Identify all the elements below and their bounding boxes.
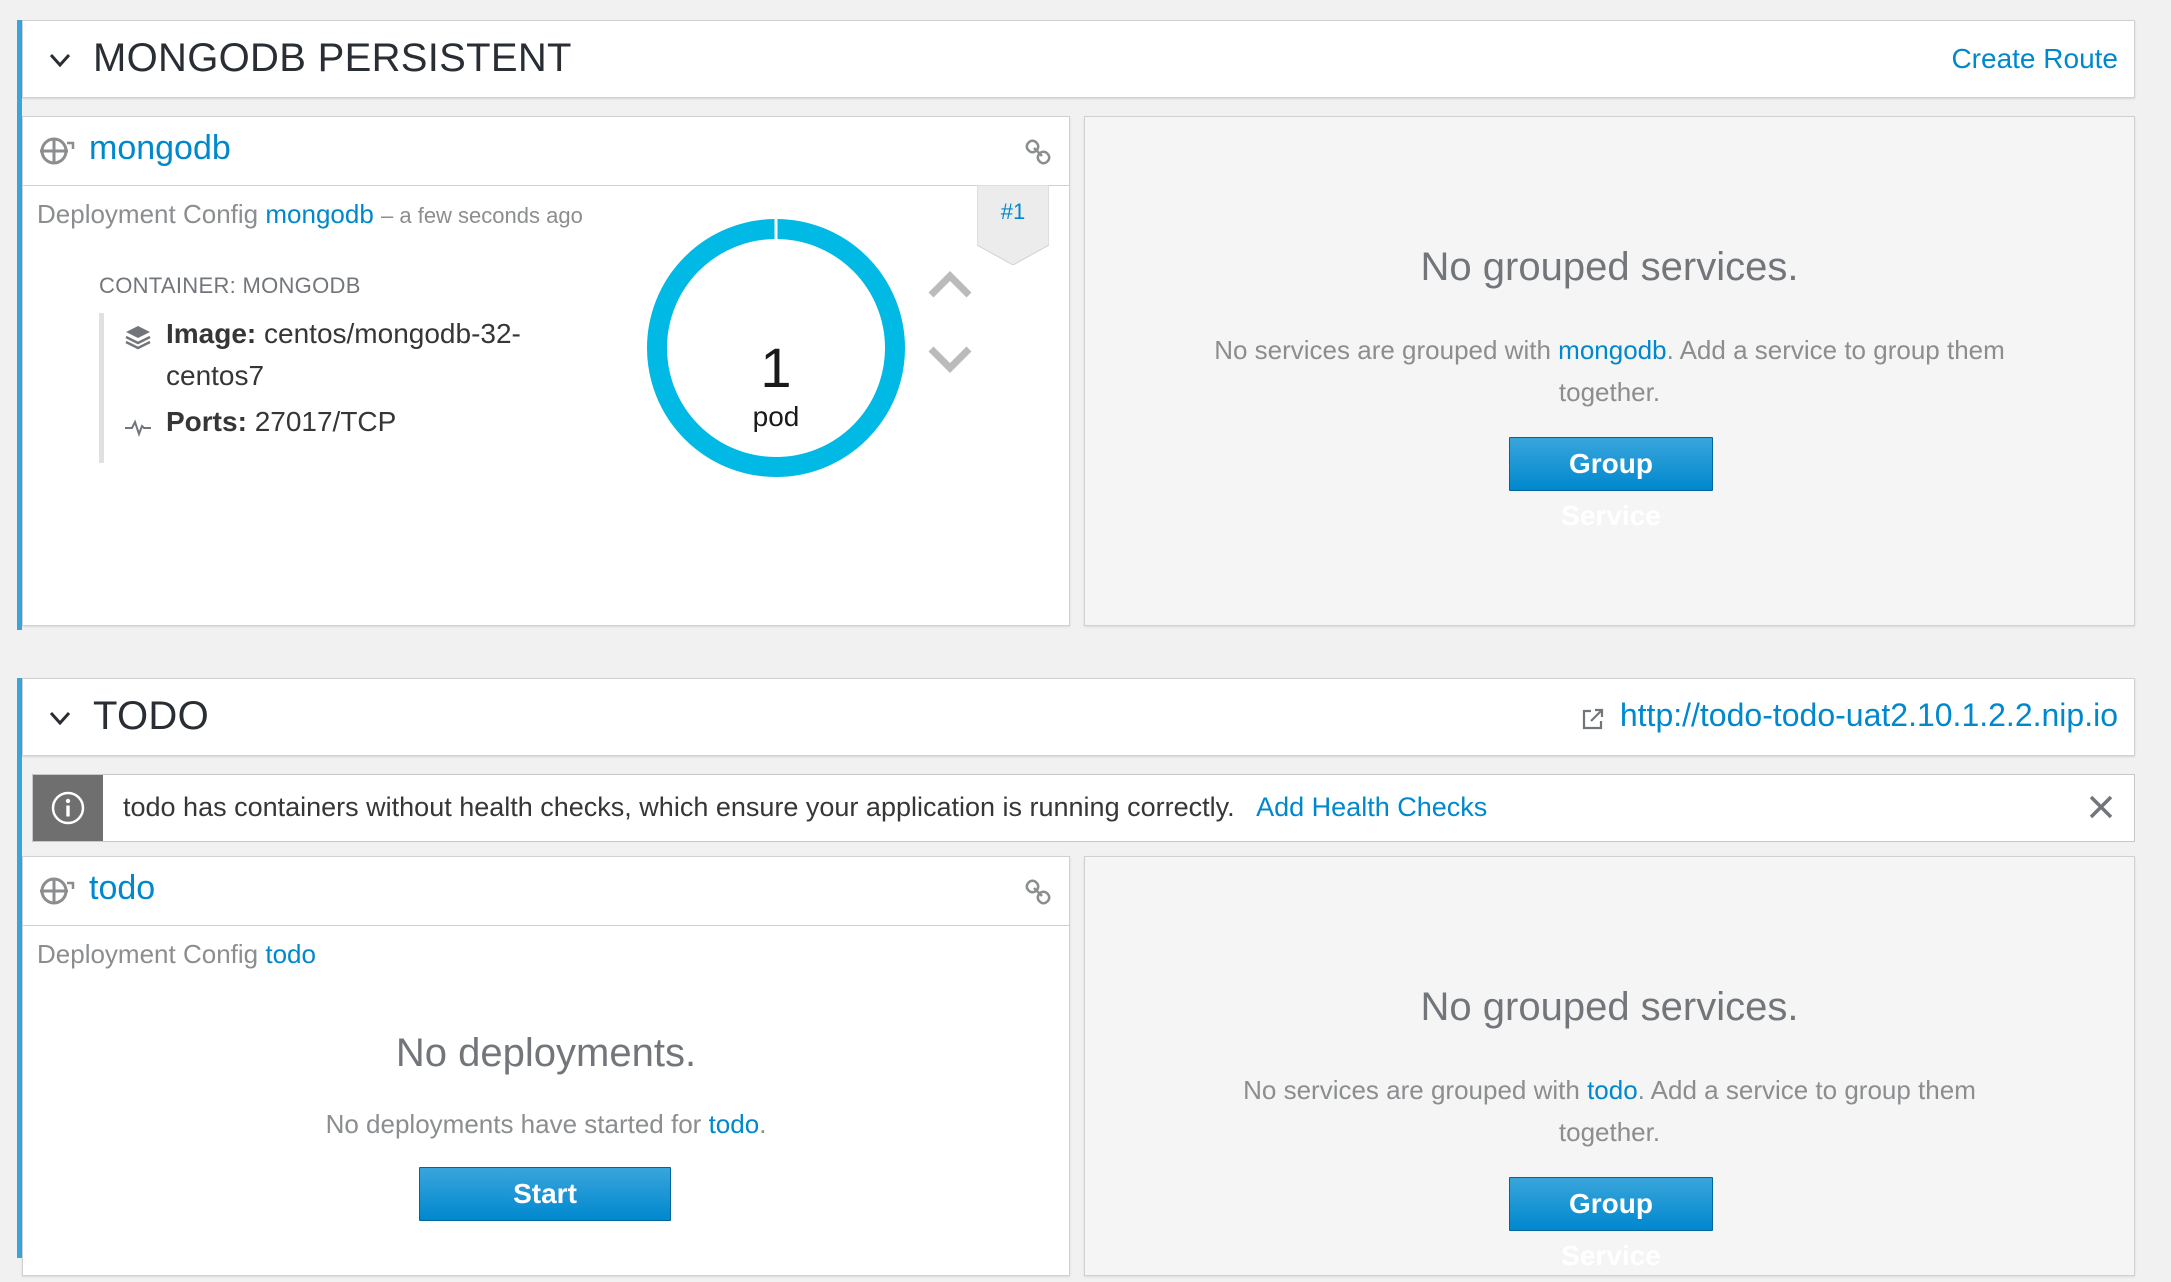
app-title: MONGODB PERSISTENT [93,36,572,80]
grouped-services-title: No grouped services. [1420,985,1799,1029]
image-row: Image: centos/mongodb-32- [166,313,521,355]
service-panel-todo: todo Deployment Config todo No deploymen… [22,856,1070,1276]
pod-count: 1 [760,336,792,399]
grouped-service-link[interactable]: todo [1587,1075,1638,1105]
deployment-number-badge[interactable]: #1 [977,185,1049,265]
grouped-services-title: No grouped services. [1420,245,1799,289]
add-health-checks-link[interactable]: Add Health Checks [1256,792,1487,822]
service-name-link[interactable]: todo [89,869,155,908]
deployment-number[interactable]: #1 [977,199,1049,225]
service-panel-mongodb: mongodb Deployment Config mongodb – a fe… [22,116,1070,626]
grouped-services-panel: No grouped services. No services are gro… [1084,856,2135,1276]
grouped-text-before: No services are grouped with [1243,1075,1580,1105]
no-deployments-text-before: No deployments have started for [325,1109,702,1139]
app-section-mongodb-persistent: MONGODB PERSISTENT Create Route mongodb … [17,20,2135,630]
deployment-config-line: Deployment Config mongodb – a few second… [37,199,583,230]
route-url-link[interactable]: http://todo-todo-uat2.10.1.2.2.nip.io [1620,697,2118,733]
group-service-button[interactable]: Group Service [1509,1177,1713,1271]
grouped-services-text: No services are grouped with mongodb. Ad… [1185,329,2034,413]
grouped-text-line2: together. [1558,1117,1661,1147]
container-details: Image: centos/mongodb-32- centos7 Ports:… [99,313,524,463]
deployment-timestamp: – a few seconds ago [381,203,583,228]
ports-value: 27017/TCP [254,406,397,437]
scale-up-chevron-icon[interactable] [925,267,975,301]
group-service-button[interactable]: Group Service [1509,437,1713,531]
ports-row: Ports: 27017/TCP [166,401,396,443]
route-link-container: http://todo-todo-uat2.10.1.2.2.nip.io [1580,697,2118,734]
no-deployments-text: No deployments have started for todo. [23,1103,1069,1145]
ports-label: Ports: [166,406,247,437]
external-link-icon [1582,708,1603,729]
no-deployments-title: No deployments. [395,1031,697,1075]
service-icon [40,137,75,165]
grouped-text-after: . Add a service to group them [1666,335,2005,365]
no-deployments-service-link[interactable]: todo [709,1109,760,1139]
deployment-config-link[interactable]: todo [265,939,316,969]
service-panel-header: todo [23,857,1069,926]
app-header: MONGODB PERSISTENT Create Route [22,20,2135,98]
alert-message-text: todo has containers without health check… [123,792,1235,822]
image-value-continued: centos7 [166,360,265,391]
service-panel-header: mongodb [23,117,1069,186]
deployment-config-prefix: Deployment Config [37,939,259,969]
close-icon[interactable] [2086,792,2116,822]
create-route-link[interactable]: Create Route [1951,43,2118,75]
alert-icon-box [33,775,103,841]
image-label: Image: [166,318,257,349]
grouped-text-after: . Add a service to group them [1637,1075,1976,1105]
container-label: CONTAINER: MONGODB [99,273,361,298]
deployment-config-link[interactable]: mongodb [265,199,373,229]
image-row-continued: centos7 [166,355,264,397]
ports-pulse-icon [125,419,151,437]
app-header: TODO http://todo-todo-uat2.10.1.2.2.nip.… [22,678,2135,756]
health-check-alert: todo has containers without health check… [32,774,2135,842]
badge-shape [977,185,1049,265]
app-title: TODO [93,694,210,738]
service-icon [40,877,75,905]
chevron-down-icon[interactable] [43,43,77,77]
service-name-link[interactable]: mongodb [89,129,231,168]
link-icon[interactable] [1025,139,1051,165]
grouped-service-link[interactable]: mongodb [1558,335,1666,365]
link-icon[interactable] [1025,879,1051,905]
start-deployment-button[interactable]: Start Deployment [419,1167,671,1261]
pod-label: pod [752,401,800,432]
grouped-services-panel: No grouped services. No services are gro… [1084,116,2135,626]
grouped-services-text: No services are grouped with todo. Add a… [1185,1069,2034,1153]
grouped-text-before: No services are grouped with [1214,335,1551,365]
chevron-down-icon[interactable] [43,701,77,735]
alert-message: todo has containers without health check… [123,792,1487,823]
scale-down-chevron-icon[interactable] [925,343,975,377]
grouped-text-line2: together. [1558,377,1661,407]
image-layers-icon [125,326,151,350]
deployment-config-line: Deployment Config todo [37,939,316,970]
deployment-config-prefix: Deployment Config [37,199,259,229]
image-value: centos/mongodb-32- [264,318,521,349]
no-deployments-text-after: . [759,1109,767,1139]
info-icon [51,791,85,825]
